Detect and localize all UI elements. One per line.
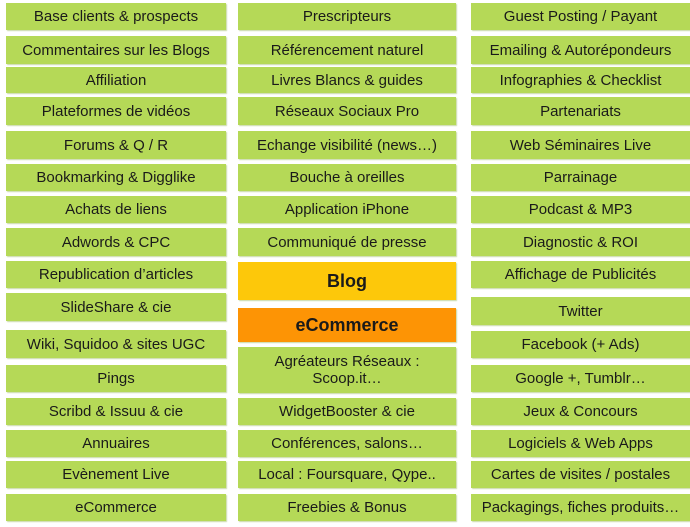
left-tile: Affiliation bbox=[6, 67, 226, 93]
middle-tile: WidgetBooster & cie bbox=[238, 398, 456, 425]
left-tile: Base clients & prospects bbox=[6, 3, 226, 30]
right-tile: Diagnostic & ROI bbox=[471, 228, 690, 256]
right-tile: Cartes de visites / postales bbox=[471, 461, 690, 488]
middle-tile: Echange visibilité (news…) bbox=[238, 131, 456, 159]
middle-tile: Freebies & Bonus bbox=[238, 494, 456, 521]
right-tile: Podcast & MP3 bbox=[471, 196, 690, 223]
left-tile: Annuaires bbox=[6, 430, 226, 457]
right-tile: Infographies & Checklist bbox=[471, 67, 690, 93]
left-tile: Forums & Q / R bbox=[6, 131, 226, 159]
left-tile: Wiki, Squidoo & sites UGC bbox=[6, 330, 226, 358]
middle-tile: Communiqué de presse bbox=[238, 228, 456, 256]
middle-tile: Local : Foursquare, Qype.. bbox=[238, 461, 456, 488]
right-tile: Twitter bbox=[471, 297, 690, 325]
right-tile: Facebook (+ Ads) bbox=[471, 331, 690, 358]
left-tile: SlideShare & cie bbox=[6, 293, 226, 321]
right-tile: Guest Posting / Payant bbox=[471, 3, 690, 30]
middle-tile: Conférences, salons… bbox=[238, 430, 456, 457]
right-tile: Affichage de Publicités bbox=[471, 261, 690, 288]
left-tile: Plateformes de vidéos bbox=[6, 97, 226, 125]
middle-tile: Blog bbox=[238, 262, 456, 300]
right-tile: Web Séminaires Live bbox=[471, 131, 690, 159]
middle-tile: Référencement naturel bbox=[238, 36, 456, 64]
middle-tile: Application iPhone bbox=[238, 196, 456, 223]
middle-tile: Livres Blancs & guides bbox=[238, 67, 456, 93]
left-tile: Bookmarking & Digglike bbox=[6, 164, 226, 191]
right-tile: Partenariats bbox=[471, 97, 690, 125]
left-tile: Scribd & Issuu & cie bbox=[6, 398, 226, 425]
right-tile: Packagings, fiches produits… bbox=[471, 494, 690, 521]
left-tile: Pings bbox=[6, 365, 226, 392]
right-tile: Parrainage bbox=[471, 164, 690, 191]
right-tile: Emailing & Autorépondeurs bbox=[471, 36, 690, 64]
left-tile: eCommerce bbox=[6, 494, 226, 521]
left-tile: Commentaires sur les Blogs bbox=[6, 36, 226, 64]
left-tile: Evènement Live bbox=[6, 461, 226, 488]
middle-tile: Réseaux Sociaux Pro bbox=[238, 97, 456, 125]
right-tile: Jeux & Concours bbox=[471, 398, 690, 425]
left-tile: Adwords & CPC bbox=[6, 228, 226, 256]
left-tile: Republication d’articles bbox=[6, 261, 226, 288]
right-tile: Logiciels & Web Apps bbox=[471, 430, 690, 457]
middle-tile: Bouche à oreilles bbox=[238, 164, 456, 191]
right-tile: Google +, Tumblr… bbox=[471, 365, 690, 392]
left-tile: Achats de liens bbox=[6, 196, 226, 223]
middle-tile: Agréateurs Réseaux : Scoop.it… bbox=[238, 347, 456, 393]
middle-tile: eCommerce bbox=[238, 308, 456, 342]
middle-tile: Prescripteurs bbox=[238, 3, 456, 30]
